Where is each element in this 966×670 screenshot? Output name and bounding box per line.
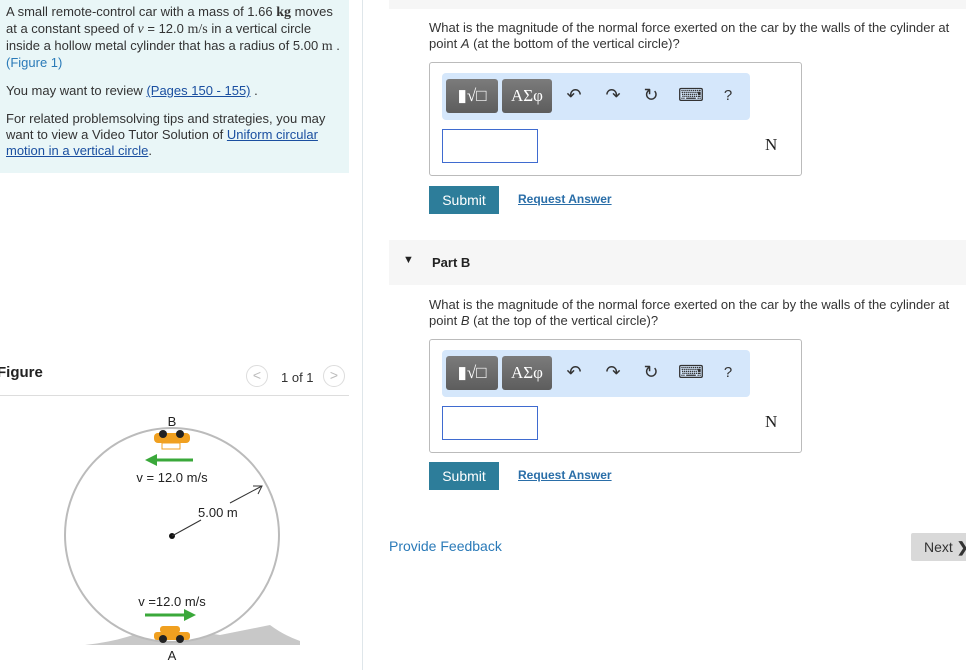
- templates-button[interactable]: ▮√□: [446, 356, 498, 390]
- divider: [362, 0, 363, 670]
- next-figure-button[interactable]: >: [323, 365, 345, 387]
- part-a-answer-box: ▮√□ ΑΣφ ↶ ↷ ↻ ⌨ ? N: [429, 62, 802, 176]
- answer-input[interactable]: [442, 406, 538, 440]
- part-b-answer-box: ▮√□ ΑΣφ ↶ ↷ ↻ ⌨ ? N: [429, 339, 802, 453]
- next-button[interactable]: Next ❯: [911, 533, 966, 561]
- keyboard-icon[interactable]: ⌨: [678, 362, 704, 383]
- unit-label: N: [765, 412, 778, 431]
- problem-statement: A small remote-control car with a mass o…: [6, 4, 343, 71]
- greek-symbols-button[interactable]: ΑΣφ: [502, 79, 552, 113]
- label-a: A: [168, 648, 177, 663]
- collapse-triangle-icon[interactable]: ▼: [403, 254, 414, 266]
- templates-button[interactable]: ▮√□: [446, 79, 498, 113]
- undo-icon[interactable]: ↶: [563, 85, 585, 106]
- text: .: [332, 38, 340, 53]
- text: A small remote-control car with a mass o…: [6, 4, 277, 19]
- submit-button[interactable]: Submit: [429, 462, 499, 490]
- label-b: B: [168, 414, 177, 429]
- part-b-title: Part B: [432, 255, 471, 270]
- undo-icon[interactable]: ↶: [563, 362, 585, 383]
- unit: m/s: [187, 22, 208, 37]
- unit-label: N: [765, 135, 778, 154]
- part-b-header[interactable]: ▼ Part B: [389, 240, 966, 285]
- text: (at the top of the vertical circle)?: [469, 313, 659, 328]
- text: You may want to review: [6, 83, 147, 98]
- reset-icon[interactable]: ↻: [640, 85, 662, 106]
- math-toolbar: ▮√□ ΑΣφ ↶ ↷ ↻ ⌨ ?: [442, 350, 750, 397]
- help-icon[interactable]: ?: [717, 364, 739, 381]
- greek-symbols-button[interactable]: ΑΣφ: [502, 356, 552, 390]
- problem-intro: A small remote-control car with a mass o…: [0, 0, 349, 173]
- provide-feedback-link[interactable]: Provide Feedback: [389, 538, 502, 554]
- part-a-question: What is the magnitude of the normal forc…: [429, 20, 959, 52]
- velocity-top: v = 12.0 m/s: [136, 470, 208, 485]
- figure-link[interactable]: (Figure 1): [6, 55, 62, 70]
- unit: kg: [276, 5, 292, 20]
- text: (at the bottom of the vertical circle)?: [469, 36, 680, 51]
- redo-icon[interactable]: ↷: [602, 85, 624, 106]
- keyboard-icon[interactable]: ⌨: [678, 85, 704, 106]
- velocity-bottom: v =12.0 m/s: [138, 594, 206, 609]
- chevron-right-icon: >: [329, 367, 339, 383]
- figure-pager: 1 of 1: [281, 370, 314, 385]
- reset-icon[interactable]: ↻: [640, 362, 662, 383]
- part-b-question: What is the magnitude of the normal forc…: [429, 297, 959, 329]
- figure-image: B v = 12.0 m/s 5.00 m v =12.0 m/s A: [64, 414, 300, 663]
- figure-divider: [0, 395, 349, 396]
- text: .: [148, 143, 152, 158]
- answer-input[interactable]: [442, 129, 538, 163]
- review-text: You may want to review (Pages 150 - 155)…: [6, 83, 343, 99]
- request-answer-link[interactable]: Request Answer: [518, 192, 612, 206]
- figure-title: Figure: [0, 364, 43, 381]
- text: = 12.0: [143, 21, 188, 36]
- request-answer-link[interactable]: Request Answer: [518, 468, 612, 482]
- pages-link[interactable]: (Pages 150 - 155): [146, 83, 250, 98]
- chevron-left-icon: <: [252, 367, 262, 383]
- tips-text: For related problemsolving tips and stra…: [6, 111, 343, 159]
- text: .: [250, 83, 258, 98]
- redo-icon[interactable]: ↷: [602, 362, 624, 383]
- help-icon[interactable]: ?: [717, 87, 739, 104]
- chevron-right-icon: ❯: [957, 539, 966, 555]
- prev-figure-button[interactable]: <: [246, 365, 268, 387]
- math-toolbar: ▮√□ ΑΣφ ↶ ↷ ↻ ⌨ ?: [442, 73, 750, 120]
- radius-label: 5.00 m: [198, 505, 238, 520]
- submit-button[interactable]: Submit: [429, 186, 499, 214]
- unit: m: [321, 39, 333, 54]
- part-a-header: [389, 0, 966, 9]
- next-label: Next: [924, 539, 953, 555]
